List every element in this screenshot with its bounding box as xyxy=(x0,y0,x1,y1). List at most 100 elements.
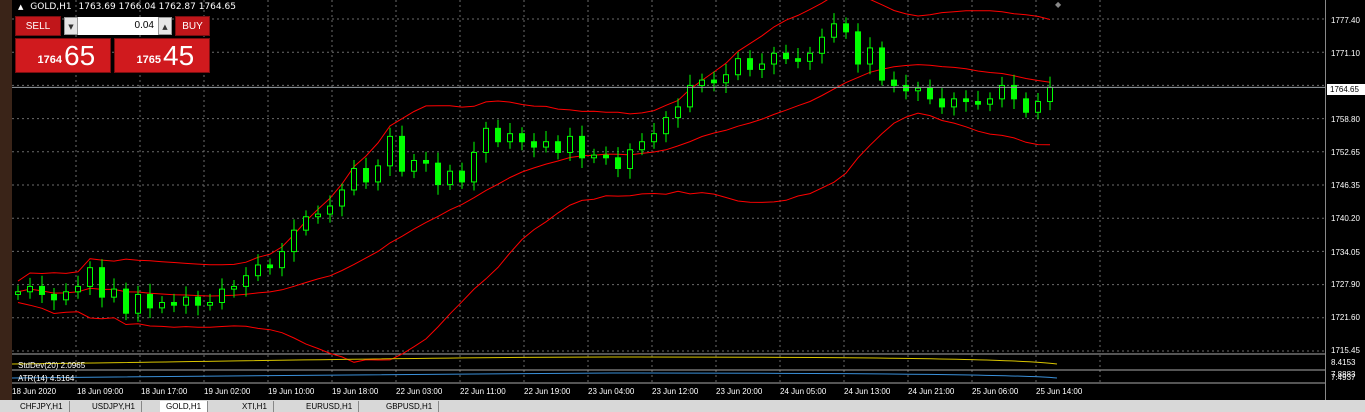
bull-candle xyxy=(183,296,189,306)
bull-candle xyxy=(339,189,345,207)
bear-candle xyxy=(423,159,429,164)
tab-chfjpy[interactable]: CHFJPY,H1 xyxy=(14,401,70,412)
bear-candle xyxy=(399,135,405,172)
buy-price-base: 1765 xyxy=(136,54,161,66)
price-tick: 1715.45 xyxy=(1331,346,1360,355)
sell-price-base: 1764 xyxy=(37,54,62,66)
bull-candle xyxy=(723,74,729,84)
time-label: 23 Jun 04:00 xyxy=(588,387,635,396)
chart-title: ▲ GOLD,H1 1763.69 1766.04 1762.87 1764.6… xyxy=(18,2,236,12)
bull-candle xyxy=(327,205,333,215)
bear-candle xyxy=(747,58,753,70)
bear-candle xyxy=(99,267,105,298)
one-click-trading-panel: SELL ▼ 0.04 ▲ BUY 1764 65 1765 45 xyxy=(15,16,210,73)
price-tick: 1752.65 xyxy=(1331,148,1360,157)
bear-candle xyxy=(531,141,537,148)
collapse-triangle-icon[interactable]: ▲ xyxy=(18,3,23,11)
bull-candle xyxy=(687,84,693,108)
buy-button[interactable]: BUY xyxy=(175,16,210,36)
bull-candle xyxy=(279,251,285,269)
bull-candle xyxy=(819,36,825,54)
bull-candle xyxy=(567,135,573,153)
atr-line xyxy=(12,372,1058,379)
bull-candle xyxy=(387,135,393,167)
bear-candle xyxy=(615,157,621,170)
buy-price-pips: 45 xyxy=(163,40,195,71)
bull-candle xyxy=(351,168,357,191)
bull-candle xyxy=(591,154,597,159)
time-label: 19 Jun 18:00 xyxy=(332,387,379,396)
bull-candle xyxy=(159,301,165,309)
bull-candle xyxy=(303,216,309,231)
scroll-indicator-icon: ◆ xyxy=(1055,0,1062,9)
bull-candle xyxy=(831,23,837,38)
bear-candle xyxy=(579,135,585,159)
lot-increase-icon[interactable]: ▲ xyxy=(158,17,172,35)
lot-decrease-icon[interactable]: ▼ xyxy=(64,17,78,35)
bull-candle xyxy=(627,149,633,170)
sell-button[interactable]: SELL xyxy=(15,16,61,36)
bear-candle xyxy=(879,47,885,81)
bear-candle xyxy=(555,141,561,153)
price-tick: 1727.90 xyxy=(1331,280,1360,289)
tab-eurusd[interactable]: EURUSD,H1 xyxy=(300,401,360,412)
time-label: 25 Jun 06:00 xyxy=(972,387,1019,396)
bull-candle xyxy=(951,98,957,108)
sell-price-button[interactable]: 1764 65 xyxy=(15,38,111,73)
bull-candle xyxy=(639,141,645,151)
bull-candle xyxy=(915,87,921,92)
bear-candle xyxy=(147,293,153,309)
bull-candle xyxy=(75,285,81,293)
price-tick: 1734.05 xyxy=(1331,248,1360,257)
price-scale[interactable]: 1777.40 1771.10 1764.65 1758.80 1752.65 … xyxy=(1325,0,1365,412)
bull-candle xyxy=(231,285,237,290)
price-tick: 1771.10 xyxy=(1331,49,1360,58)
tab-gbpusd[interactable]: GBPUSD,H1 xyxy=(380,401,440,412)
bear-candle xyxy=(795,58,801,62)
time-label: 23 Jun 12:00 xyxy=(652,387,699,396)
time-label: 19 Jun 02:00 xyxy=(204,387,251,396)
bear-candle xyxy=(267,264,273,269)
price-tick: 1758.80 xyxy=(1331,115,1360,124)
bear-candle xyxy=(603,154,609,159)
bull-candle xyxy=(471,151,477,183)
tab-xti[interactable]: XTI,H1 xyxy=(236,401,274,412)
bear-candle xyxy=(459,170,465,183)
bear-candle xyxy=(495,127,501,143)
bollinger-middle-band xyxy=(17,64,1051,297)
bear-candle xyxy=(855,31,861,65)
window-frame-left xyxy=(0,0,12,412)
lot-input[interactable]: 0.04 xyxy=(80,17,156,35)
bull-candle xyxy=(867,47,873,65)
lot-stepper[interactable]: ▼ 0.04 ▲ xyxy=(64,17,172,35)
atr-tick: 7.4937 xyxy=(1331,373,1356,382)
bull-candle xyxy=(483,127,489,153)
buy-price-button[interactable]: 1765 45 xyxy=(114,38,210,73)
bull-candle xyxy=(219,288,225,303)
bull-candle xyxy=(699,79,705,86)
bull-candle xyxy=(675,106,681,119)
bull-candle xyxy=(291,229,297,253)
bear-candle xyxy=(519,133,525,143)
bull-candle xyxy=(651,133,657,143)
price-tick: 1777.40 xyxy=(1331,16,1360,25)
bear-candle xyxy=(939,98,945,108)
bull-candle xyxy=(759,63,765,70)
bear-candle xyxy=(711,79,717,84)
tab-gold[interactable]: GOLD,H1 xyxy=(160,401,209,412)
bear-candle xyxy=(903,84,909,92)
bear-candle xyxy=(927,87,933,100)
bear-candle xyxy=(363,168,369,183)
bull-candle xyxy=(207,301,213,306)
chart-tabs: CHFJPY,H1 USDJPY,H1 GOLD,H1 XTI,H1 EURUS… xyxy=(0,400,1365,412)
bull-candle xyxy=(735,58,741,76)
bull-candle xyxy=(135,293,141,314)
time-label: 24 Jun 13:00 xyxy=(844,387,891,396)
time-label: 18 Jun 09:00 xyxy=(77,387,124,396)
tab-usdjpy[interactable]: USDJPY,H1 xyxy=(86,401,142,412)
bull-candle xyxy=(1047,86,1053,103)
bear-candle xyxy=(1023,98,1029,113)
time-label: 19 Jun 10:00 xyxy=(268,387,315,396)
time-label: 23 Jun 20:00 xyxy=(716,387,763,396)
bear-candle xyxy=(843,23,849,33)
